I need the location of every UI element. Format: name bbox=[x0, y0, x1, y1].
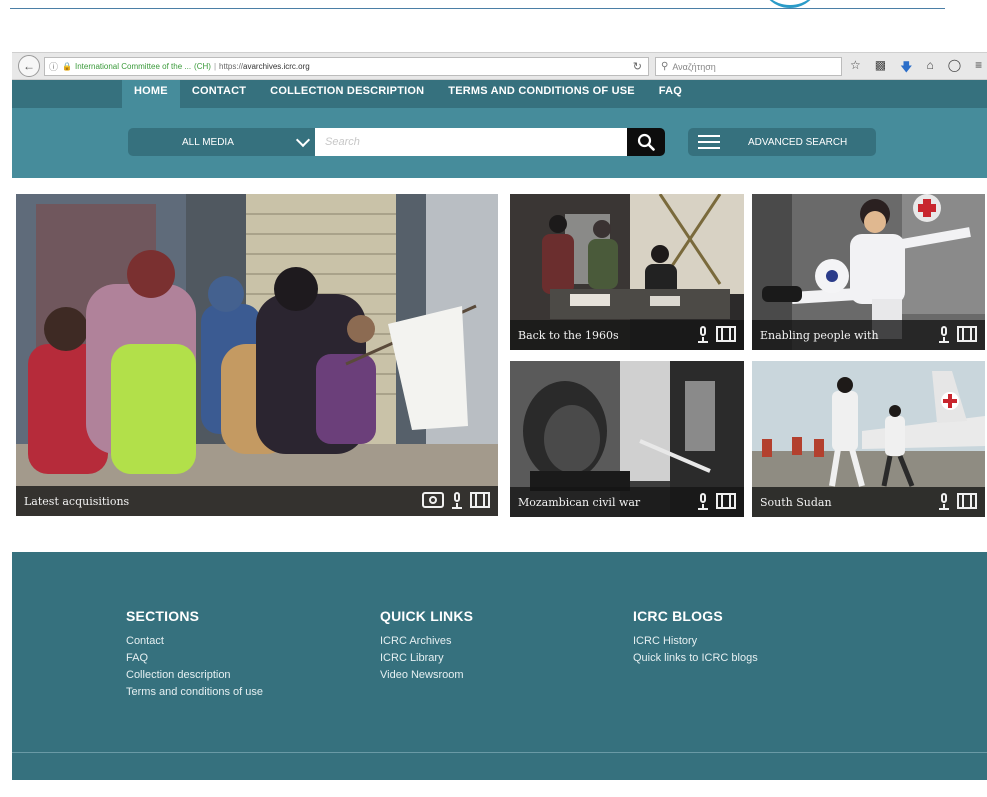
menu-icon[interactable]: ≡ bbox=[975, 58, 982, 79]
microphone-icon bbox=[452, 492, 462, 509]
top-divider bbox=[10, 8, 945, 9]
film-icon bbox=[957, 326, 977, 342]
tile-enabling-people[interactable]: Enabling people with bbox=[752, 194, 985, 350]
page: ← ⓘ 🔒 International Committee of the ...… bbox=[0, 0, 987, 797]
hamburger-icon bbox=[698, 131, 720, 153]
tile-photo-refugees bbox=[16, 194, 498, 516]
tile-caption: Latest acquisitions bbox=[16, 486, 498, 516]
search-icon bbox=[637, 133, 655, 151]
film-icon bbox=[716, 493, 736, 509]
site-country: (CH) bbox=[194, 62, 211, 71]
lock-icon: 🔒 bbox=[62, 62, 72, 71]
back-icon[interactable]: ← bbox=[18, 55, 40, 77]
microphone-icon bbox=[939, 326, 949, 343]
browser-search-icon: ⚲ bbox=[661, 61, 669, 72]
film-icon bbox=[957, 493, 977, 509]
film-icon bbox=[716, 326, 736, 342]
nav-collection-description[interactable]: COLLECTION DESCRIPTION bbox=[258, 80, 436, 108]
media-type-icons bbox=[939, 326, 977, 343]
footer-link-video-newsroom[interactable]: Video Newsroom bbox=[380, 667, 473, 684]
media-type-icons bbox=[939, 493, 977, 510]
home-icon[interactable]: ⌂ bbox=[926, 58, 933, 79]
nav-contact[interactable]: CONTACT bbox=[180, 80, 258, 108]
media-type-icons bbox=[698, 493, 736, 510]
footer-link-faq[interactable]: FAQ bbox=[126, 650, 263, 667]
decorative-arc bbox=[760, 0, 820, 8]
site-identity: International Committee of the ... bbox=[74, 62, 192, 71]
advanced-search-label: ADVANCED SEARCH bbox=[748, 136, 848, 148]
chevron-down-icon bbox=[295, 132, 311, 148]
search-band: ALL MEDIA ADVANCED SEARCH bbox=[12, 108, 987, 178]
footer-sections: SECTIONS Contact FAQ Collection descript… bbox=[126, 608, 263, 701]
bottom-strip bbox=[12, 780, 987, 797]
footer-quick-links: QUICK LINKS ICRC Archives ICRC Library V… bbox=[380, 608, 473, 684]
microphone-icon bbox=[698, 326, 708, 343]
reading-list-icon[interactable]: ▩ bbox=[875, 58, 886, 79]
info-icon[interactable]: ⓘ bbox=[49, 60, 58, 73]
tile-caption: Mozambican civil war bbox=[510, 487, 744, 517]
site-footer: SECTIONS Contact FAQ Collection descript… bbox=[12, 552, 987, 780]
browser-search-field[interactable]: ⚲ Αναζήτηση bbox=[655, 57, 842, 76]
footer-link-icrc-archives[interactable]: ICRC Archives bbox=[380, 633, 473, 650]
tile-caption-text: Enabling people with bbox=[760, 328, 879, 342]
search-button[interactable] bbox=[627, 128, 665, 156]
footer-link-icrc-blogs[interactable]: Quick links to ICRC blogs bbox=[633, 650, 758, 667]
footer-link-icrc-library[interactable]: ICRC Library bbox=[380, 650, 473, 667]
pocket-icon[interactable]: ◯ bbox=[948, 58, 961, 79]
nav-faq[interactable]: FAQ bbox=[647, 80, 694, 108]
media-type-label: ALL MEDIA bbox=[182, 136, 234, 148]
reload-icon[interactable]: ↻ bbox=[633, 60, 642, 73]
nav-terms[interactable]: TERMS AND CONDITIONS OF USE bbox=[436, 80, 647, 108]
footer-blogs: ICRC BLOGS ICRC History Quick links to I… bbox=[633, 608, 758, 667]
footer-blogs-title: ICRC BLOGS bbox=[633, 608, 723, 624]
tile-caption-text: South Sudan bbox=[760, 495, 832, 509]
download-icon[interactable]: 🡇 bbox=[900, 58, 912, 79]
media-type-icons bbox=[698, 326, 736, 343]
tile-mozambican-civil-war[interactable]: Mozambican civil war bbox=[510, 361, 744, 517]
media-type-icons bbox=[422, 492, 490, 509]
footer-link-contact[interactable]: Contact bbox=[126, 633, 263, 650]
toolbar-icons: ☆ ▩ 🡇 ⌂ ◯ ≡ bbox=[850, 58, 982, 79]
tile-caption: Back to the 1960s bbox=[510, 320, 744, 350]
film-icon bbox=[470, 492, 490, 508]
nav-home[interactable]: HOME bbox=[122, 80, 180, 108]
footer-quick-links-title: QUICK LINKS bbox=[380, 608, 474, 624]
tile-caption-text: Back to the 1960s bbox=[518, 328, 619, 342]
footer-divider bbox=[12, 752, 987, 753]
url-scheme: https:// bbox=[219, 62, 244, 71]
advanced-search-button[interactable]: ADVANCED SEARCH bbox=[688, 128, 876, 156]
tile-caption-text: Latest acquisitions bbox=[24, 494, 130, 508]
tile-south-sudan[interactable]: South Sudan bbox=[752, 361, 985, 517]
address-bar[interactable]: ⓘ 🔒 International Committee of the ... (… bbox=[44, 57, 649, 76]
footer-link-collection-description[interactable]: Collection description bbox=[126, 667, 263, 684]
microphone-icon bbox=[939, 493, 949, 510]
tile-latest-acquisitions[interactable]: Latest acquisitions bbox=[16, 194, 498, 516]
tile-back-to-1960s[interactable]: Back to the 1960s bbox=[510, 194, 744, 350]
tile-caption: Enabling people with bbox=[752, 320, 985, 350]
footer-link-icrc-history[interactable]: ICRC History bbox=[633, 633, 758, 650]
star-icon[interactable]: ☆ bbox=[850, 58, 861, 79]
footer-link-terms[interactable]: Terms and conditions of use bbox=[126, 684, 263, 701]
tile-caption-text: Mozambican civil war bbox=[518, 495, 641, 509]
media-type-select[interactable]: ALL MEDIA bbox=[128, 128, 320, 156]
tile-caption: South Sudan bbox=[752, 487, 985, 517]
footer-sections-title: SECTIONS bbox=[126, 608, 200, 624]
url-host: avarchives.icrc.org bbox=[243, 62, 310, 71]
browser-search-placeholder: Αναζήτηση bbox=[672, 61, 716, 72]
search-input[interactable] bbox=[315, 128, 628, 156]
url-separator: | bbox=[213, 62, 217, 71]
browser-toolbar: ← ⓘ 🔒 International Committee of the ...… bbox=[12, 52, 987, 80]
site-navigation: HOME CONTACT COLLECTION DESCRIPTION TERM… bbox=[12, 80, 987, 108]
microphone-icon bbox=[698, 493, 708, 510]
camera-icon bbox=[422, 492, 444, 508]
